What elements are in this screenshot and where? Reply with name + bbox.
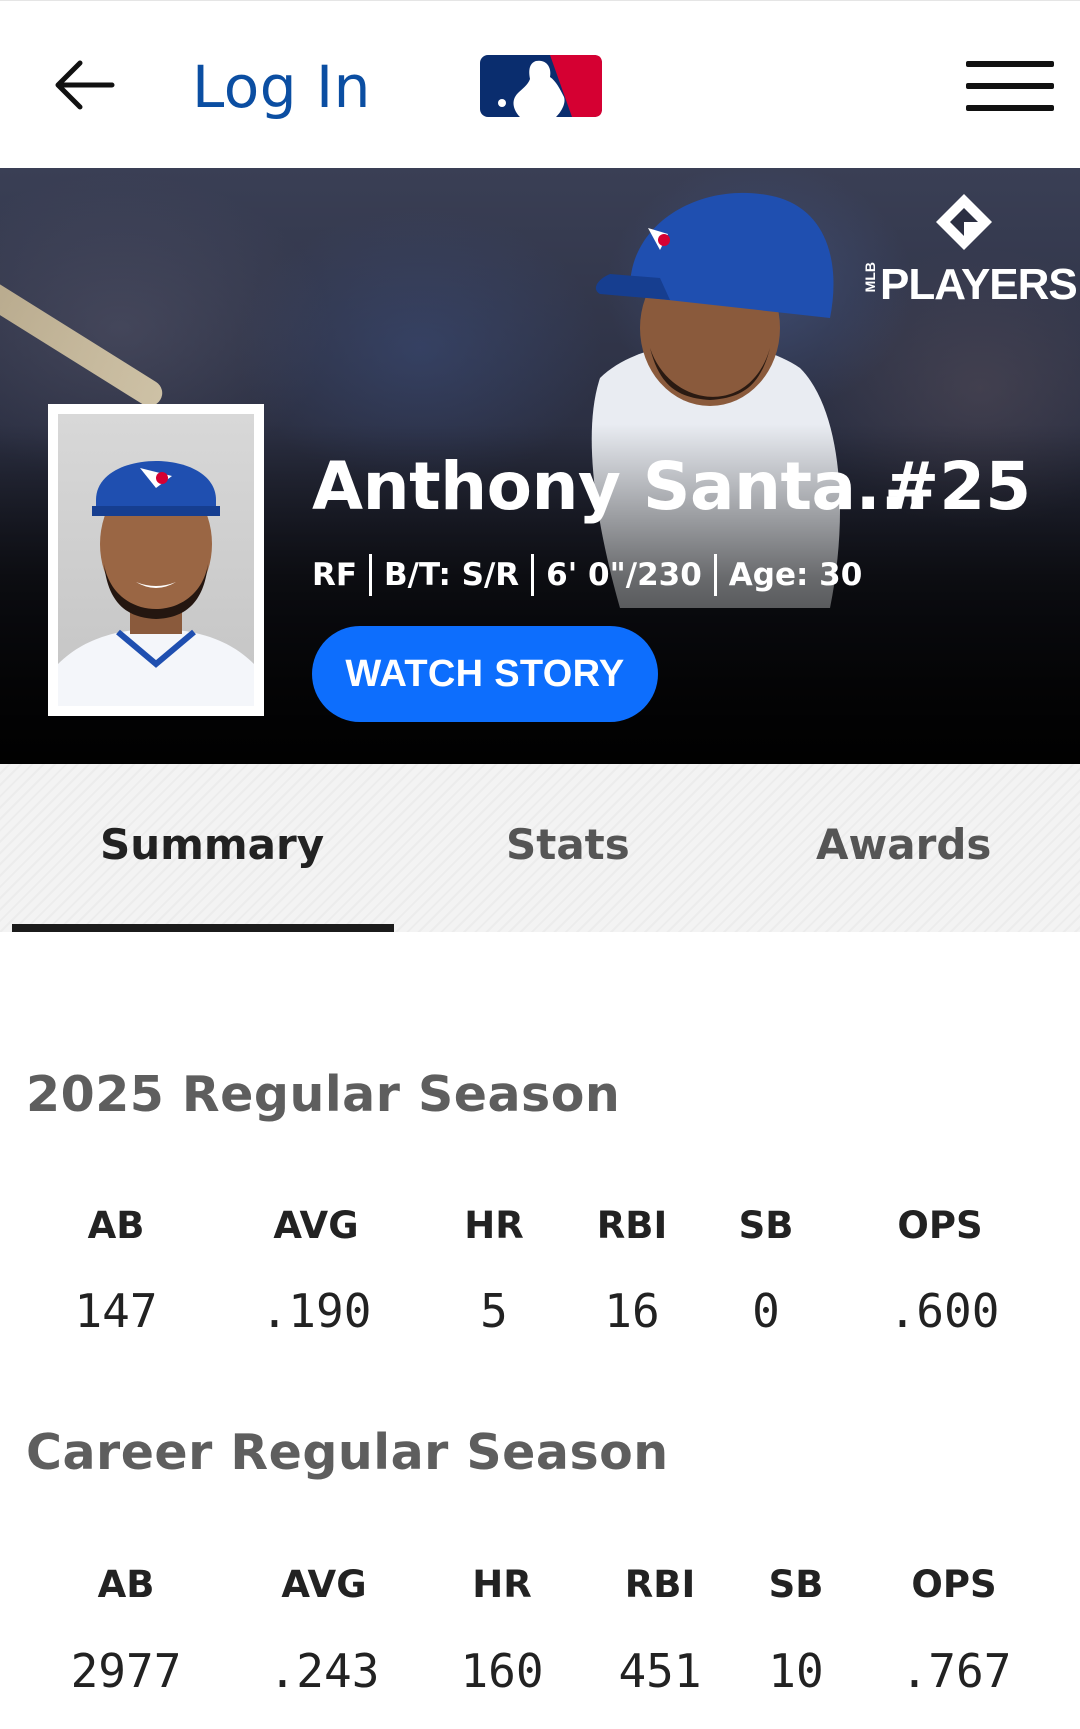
login-link[interactable]: Log In	[192, 53, 371, 121]
stat-value: 451	[618, 1644, 702, 1698]
stat-label: OPS	[911, 1563, 997, 1606]
stat-value: 160	[460, 1644, 544, 1698]
player-position: RF	[312, 557, 358, 593]
stat-label: HR	[472, 1563, 532, 1606]
player-meta: RF B/T: S/R 6' 0"/230 Age: 30	[312, 554, 862, 596]
stat-value: 16	[604, 1284, 660, 1338]
tab-summary[interactable]: Summary	[100, 820, 324, 869]
stat-value: .767	[900, 1644, 1012, 1698]
mlb-players-logo: MLB PLAYERS	[860, 192, 1078, 312]
player-bats-throws: B/T: S/R	[384, 557, 520, 593]
stat-label: AB	[97, 1563, 155, 1606]
season-title: 2025 Regular Season	[26, 1066, 621, 1123]
player-number: #25	[884, 448, 1032, 525]
stat-label: RBI	[624, 1563, 696, 1606]
stat-value: 2977	[70, 1644, 182, 1698]
stat-value: 5	[480, 1284, 508, 1338]
player-headshot	[48, 404, 264, 716]
stat-value: 147	[74, 1284, 158, 1338]
stat-label: AVG	[273, 1204, 359, 1247]
bat-image	[0, 251, 168, 411]
tab-awards[interactable]: Awards	[816, 820, 991, 869]
stat-label: OPS	[897, 1204, 983, 1247]
stat-label: AB	[87, 1204, 145, 1247]
stat-value: 10	[768, 1644, 824, 1698]
tab-bar: Summary Stats Awards	[0, 764, 1080, 932]
hamburger-menu-icon[interactable]	[966, 61, 1056, 117]
player-hero: MLB PLAYERS Anthony Santa... #25 RF B/T:…	[0, 168, 1080, 764]
active-tab-indicator	[12, 924, 394, 932]
mlb-logo[interactable]	[480, 55, 602, 117]
player-height-weight: 6' 0"/230	[546, 557, 702, 593]
player-name: Anthony Santa...	[312, 448, 930, 525]
stat-label: SB	[768, 1563, 824, 1606]
stat-value: .243	[268, 1644, 380, 1698]
meta-divider	[531, 554, 535, 596]
stat-value: .600	[888, 1284, 1000, 1338]
career-title: Career Regular Season	[26, 1424, 669, 1481]
meta-divider	[713, 554, 717, 596]
stat-label: AVG	[281, 1563, 367, 1606]
player-age: Age: 30	[728, 557, 863, 593]
stat-label: SB	[738, 1204, 794, 1247]
top-nav: Log In	[0, 0, 1080, 168]
stat-value: 0	[752, 1284, 780, 1338]
back-arrow-icon[interactable]	[50, 53, 120, 117]
tab-stats[interactable]: Stats	[506, 820, 630, 869]
stat-label: HR	[464, 1204, 524, 1247]
stat-label: RBI	[596, 1204, 668, 1247]
watch-story-button[interactable]: WATCH STORY	[312, 626, 658, 722]
meta-divider	[369, 554, 373, 596]
stat-value: .190	[260, 1284, 372, 1338]
